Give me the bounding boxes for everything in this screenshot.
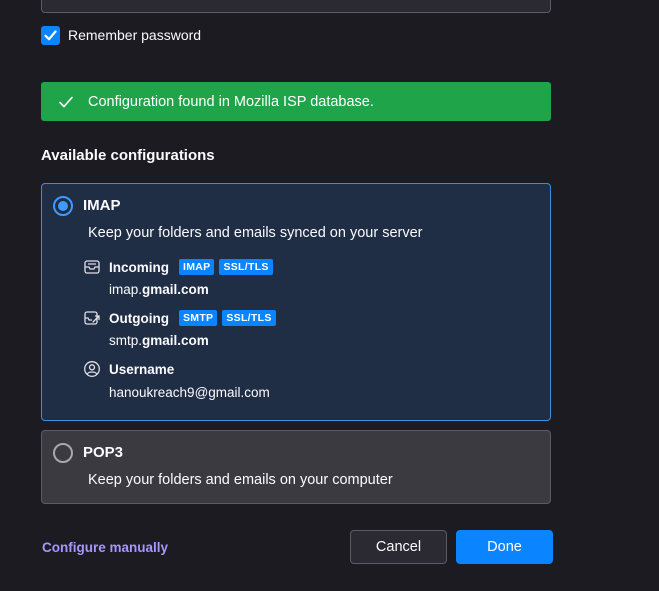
incoming-server-row: Incoming IMAP SSL/TLS [83, 258, 273, 276]
outgoing-host: smtp.gmail.com [109, 333, 209, 348]
outgoing-protocol-badge: SMTP [178, 310, 218, 326]
remember-password-row[interactable]: Remember password [41, 25, 201, 45]
imap-config-card[interactable]: IMAP Keep your folders and emails synced… [41, 183, 551, 421]
configure-manually-link[interactable]: Configure manually [42, 540, 168, 555]
username-label: Username [109, 361, 175, 377]
pop3-description: Keep your folders and emails on your com… [88, 472, 393, 488]
incoming-protocol-badge: IMAP [179, 259, 215, 275]
outbox-icon [83, 309, 101, 327]
remember-password-checkbox[interactable] [41, 25, 60, 45]
incoming-security-badge: SSL/TLS [219, 259, 273, 275]
username-row: Username [83, 360, 176, 378]
check-icon [58, 94, 74, 110]
checkmark-icon [44, 29, 57, 40]
password-input[interactable]: ●●●●●●●● [41, 0, 551, 13]
remember-password-label: Remember password [68, 27, 202, 43]
success-message: Configuration found in Mozilla ISP datab… [88, 93, 374, 110]
outgoing-label: Outgoing [109, 310, 169, 326]
imap-title: IMAP [83, 197, 121, 214]
incoming-label: Incoming [109, 259, 169, 275]
imap-description: Keep your folders and emails synced on y… [88, 225, 423, 241]
pop3-config-card[interactable]: POP3 Keep your folders and emails on you… [41, 430, 551, 504]
inbox-icon [83, 258, 101, 276]
username-value: hanoukreach9@gmail.com [109, 385, 270, 400]
pop3-title: POP3 [83, 444, 124, 461]
outgoing-server-row: Outgoing SMTP SSL/TLS [83, 309, 276, 327]
incoming-host: imap.gmail.com [109, 282, 209, 297]
pop3-radio[interactable] [53, 443, 73, 463]
cancel-button[interactable]: Cancel [350, 530, 447, 564]
done-button[interactable]: Done [456, 530, 553, 564]
success-banner: Configuration found in Mozilla ISP datab… [41, 82, 551, 121]
account-setup-page: ●●●●●●●● Remember password Configuration… [0, 0, 659, 591]
available-configurations-heading: Available configurations [41, 147, 215, 164]
outgoing-security-badge: SSL/TLS [222, 310, 276, 326]
imap-radio[interactable] [53, 196, 73, 216]
user-icon [83, 360, 101, 378]
